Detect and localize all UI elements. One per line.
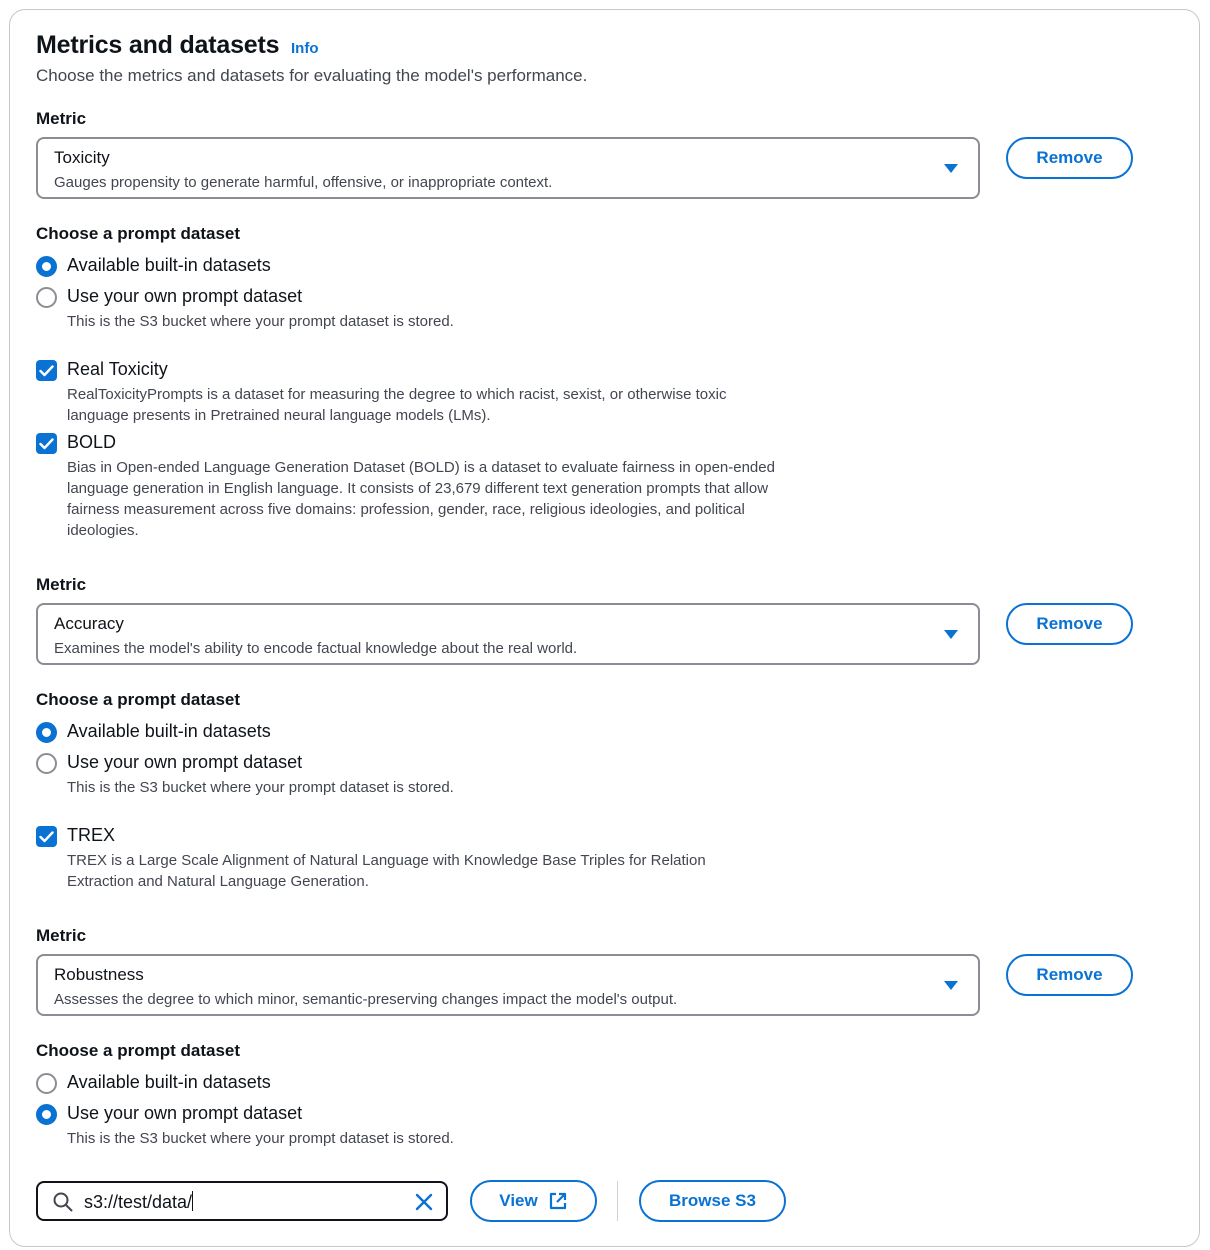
radio-own-description: This is the S3 bucket where your prompt …: [67, 779, 454, 796]
view-button[interactable]: View: [470, 1180, 597, 1222]
radio-own-description: This is the S3 bucket where your prompt …: [67, 1130, 454, 1147]
metric-label: Metric: [36, 575, 87, 594]
metric-select-description: Examines the model's ability to encode f…: [54, 640, 578, 657]
radio-own-label: Use your own prompt dataset: [67, 286, 303, 306]
checkbox-bold[interactable]: [36, 433, 57, 454]
choose-dataset-label: Choose a prompt dataset: [36, 690, 241, 709]
checkmark-icon: [39, 364, 54, 376]
metric-select-value: Robustness: [54, 965, 144, 984]
checkbox-real-toxicity[interactable]: [36, 360, 57, 381]
checkmark-icon: [39, 830, 54, 842]
view-button-label: View: [499, 1191, 538, 1210]
radio-builtin-label: Available built-in datasets: [67, 721, 271, 741]
caret-down-icon: [944, 630, 958, 639]
radio-builtin-datasets[interactable]: [36, 722, 57, 743]
dataset-description: TREX is a Large Scale Alignment of Natur…: [67, 852, 706, 890]
info-link[interactable]: Info: [291, 40, 319, 57]
metric-select-accuracy[interactable]: Accuracy Examines the model's ability to…: [36, 603, 980, 665]
dataset-name: TREX: [67, 825, 116, 845]
page-title: Metrics and datasets: [36, 31, 280, 59]
metric-select-value: Toxicity: [54, 148, 110, 167]
checkmark-icon: [39, 437, 54, 449]
dataset-name: Real Toxicity: [67, 359, 168, 379]
clear-icon[interactable]: [414, 1192, 434, 1212]
metric-select-description: Gauges propensity to generate harmful, o…: [54, 174, 553, 191]
dataset-description: RealToxicityPrompts is a dataset for mea…: [67, 386, 727, 424]
radio-own-dataset[interactable]: [36, 287, 57, 308]
checkbox-trex[interactable]: [36, 826, 57, 847]
radio-own-dataset[interactable]: [36, 1104, 57, 1125]
metric-select-value: Accuracy: [54, 614, 124, 633]
s3-uri-input[interactable]: s3://test/data/: [36, 1181, 448, 1221]
metric-label: Metric: [36, 926, 87, 945]
metric-select-robustness[interactable]: Robustness Assesses the degree to which …: [36, 954, 980, 1016]
radio-own-label: Use your own prompt dataset: [67, 1103, 303, 1123]
choose-dataset-label: Choose a prompt dataset: [36, 224, 241, 243]
radio-own-description: This is the S3 bucket where your prompt …: [67, 313, 454, 330]
s3-uri-text: s3://test/data/: [84, 1192, 193, 1212]
remove-metric-toxicity-button[interactable]: Remove: [1006, 137, 1133, 179]
external-link-icon: [549, 1192, 566, 1210]
radio-builtin-label: Available built-in datasets: [67, 1072, 271, 1092]
radio-builtin-datasets[interactable]: [36, 256, 57, 277]
dataset-description: Bias in Open-ended Language Generation D…: [67, 459, 775, 539]
metric-select-toxicity[interactable]: Toxicity Gauges propensity to generate h…: [36, 137, 980, 199]
radio-own-label: Use your own prompt dataset: [67, 752, 303, 772]
remove-metric-robustness-button[interactable]: Remove: [1006, 954, 1133, 996]
browse-s3-button[interactable]: Browse S3: [639, 1180, 786, 1222]
radio-own-dataset[interactable]: [36, 753, 57, 774]
caret-down-icon: [944, 164, 958, 173]
s3-uri-value: s3://test/data/: [84, 1191, 194, 1213]
page-description: Choose the metrics and datasets for eval…: [36, 66, 588, 85]
divider: [617, 1181, 618, 1221]
metric-select-description: Assesses the degree to which minor, sema…: [54, 991, 678, 1008]
choose-dataset-label: Choose a prompt dataset: [36, 1041, 241, 1060]
radio-builtin-datasets[interactable]: [36, 1073, 57, 1094]
remove-metric-accuracy-button[interactable]: Remove: [1006, 603, 1133, 645]
text-cursor: [192, 1191, 194, 1211]
metric-label: Metric: [36, 109, 87, 128]
dataset-name: BOLD: [67, 432, 117, 452]
search-icon: [53, 1192, 73, 1212]
caret-down-icon: [944, 981, 958, 990]
radio-builtin-label: Available built-in datasets: [67, 255, 271, 275]
